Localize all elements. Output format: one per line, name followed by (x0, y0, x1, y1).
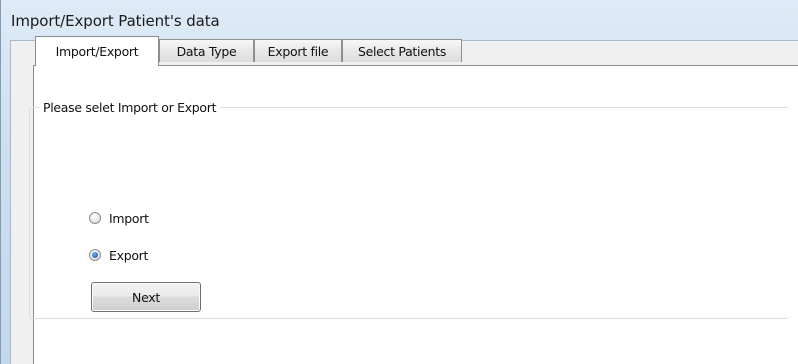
next-button[interactable]: Next (91, 282, 201, 312)
dialog-window: Import/Export Patient's data Import/Expo… (0, 0, 798, 364)
window-title: Import/Export Patient's data (11, 12, 220, 30)
groupbox-legend: Please selet Import or Export (39, 100, 221, 115)
tab-data-type[interactable]: Data Type (159, 39, 254, 62)
import-radio-button[interactable] (89, 212, 101, 224)
radio-option-import[interactable]: Import (89, 209, 149, 227)
export-radio-button[interactable] (89, 249, 101, 261)
import-radio-label[interactable]: Import (109, 211, 149, 226)
tab-select-patients[interactable]: Select Patients (342, 39, 462, 62)
tab-import-export[interactable]: Import/Export (35, 36, 159, 66)
export-radio-label[interactable]: Export (109, 248, 148, 263)
tab-export-file[interactable]: Export file (254, 39, 342, 62)
title-bar[interactable]: Import/Export Patient's data (1, 0, 798, 40)
radio-option-export[interactable]: Export (89, 246, 148, 264)
